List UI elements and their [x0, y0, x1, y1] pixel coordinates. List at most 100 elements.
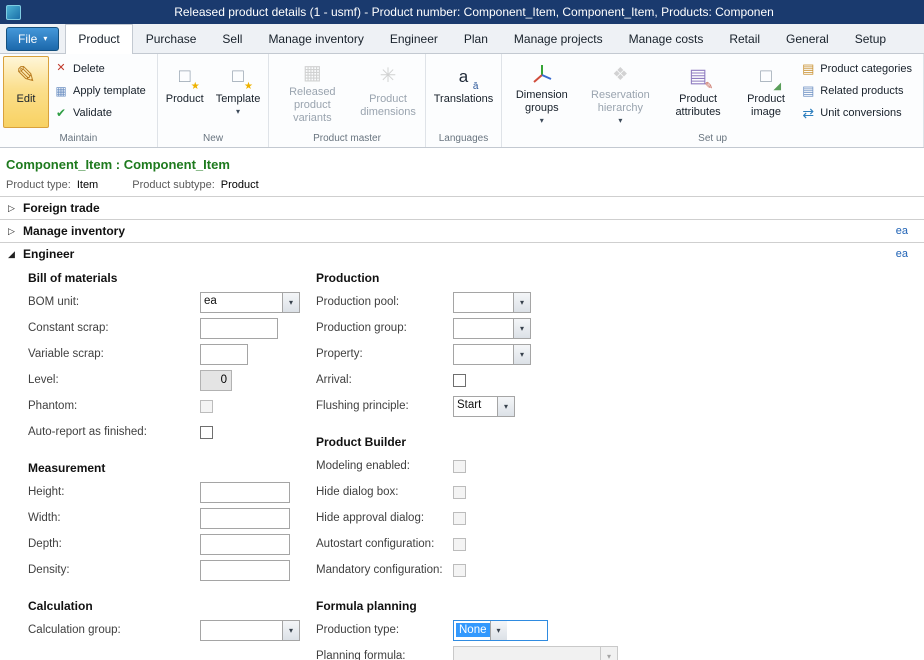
fasttab-foreign-trade[interactable]: ▷Foreign trade	[0, 196, 924, 219]
tab-general[interactable]: General	[773, 24, 842, 53]
variable-scrap-input[interactable]	[200, 344, 248, 365]
variants-icon: ▦	[301, 61, 323, 84]
level-label: Level:	[28, 374, 200, 386]
ribbon-button-product-image[interactable]: □◢Product image	[736, 56, 797, 128]
field-row-mandatory-configuration: Mandatory configuration:	[316, 557, 924, 583]
planning-formula-label: Planning formula:	[316, 650, 453, 660]
auto-report-as-finished-checkbox[interactable]	[200, 426, 213, 439]
flushing-principle-label: Flushing principle:	[316, 400, 453, 412]
modeling-enabled-label: Modeling enabled:	[316, 460, 453, 472]
planning-formula-value	[454, 647, 600, 660]
calculation-group-label: Calculation group:	[28, 624, 200, 636]
chevron-down-icon[interactable]: ▾	[282, 621, 299, 640]
density-input[interactable]	[200, 560, 290, 581]
chevron-down-icon[interactable]: ▾	[513, 319, 530, 338]
property-combobox[interactable]: ▾	[453, 344, 531, 365]
translations-label: Translations	[434, 93, 494, 106]
ribbon-group-new: □★Product□★Template▾New	[158, 54, 270, 147]
property-label: Property:	[316, 348, 453, 360]
apply-template-icon: ▦	[53, 83, 69, 99]
tab-sell[interactable]: Sell	[209, 24, 255, 53]
record-header: Component_Item : Component_Item Product …	[0, 148, 924, 196]
level-input	[200, 370, 232, 391]
tab-setup[interactable]: Setup	[842, 24, 899, 53]
validate-label: Validate	[73, 107, 112, 119]
field-row-depth: Depth:	[28, 531, 316, 557]
tab-purchase[interactable]: Purchase	[133, 24, 210, 53]
edit-label: Edit	[17, 93, 36, 106]
field-row-production-group: Production group: ▾	[316, 315, 924, 341]
density-label: Density:	[28, 564, 200, 576]
mandatory-configuration-checkbox	[453, 564, 466, 577]
arrival-checkbox[interactable]	[453, 374, 466, 387]
bom-unit-combobox[interactable]: ea▾	[200, 292, 300, 313]
ribbon-button-validate[interactable]: ✔Validate	[51, 102, 154, 123]
ribbon-button-product-categories[interactable]: ▤Product categories	[798, 58, 920, 79]
ribbon-button-delete[interactable]: ✕Delete	[51, 58, 154, 79]
fasttab-engineer[interactable]: ◢Engineerea	[0, 242, 924, 265]
file-menu-button[interactable]: File ▾	[6, 27, 59, 51]
mandatory-configuration-label: Mandatory configuration:	[316, 564, 453, 576]
calculation-group-combobox[interactable]: ▾	[200, 620, 300, 641]
product-attributes-icon: ▤✎	[687, 61, 709, 91]
production-group-combobox[interactable]: ▾	[453, 318, 531, 339]
ribbon-button-product-dimensions: ✳Product dimensions	[354, 56, 421, 128]
tab-retail[interactable]: Retail	[716, 24, 773, 53]
height-label: Height:	[28, 486, 200, 498]
section-heading-measurement: Measurement	[28, 457, 316, 479]
ribbon-button-template[interactable]: □★Template▾	[211, 56, 266, 128]
auto-report-as-finished-label: Auto-report as finished:	[28, 426, 200, 438]
production-pool-combobox[interactable]: ▾	[453, 292, 531, 313]
constant-scrap-input[interactable]	[200, 318, 278, 339]
fasttab-label: Manage inventory	[23, 224, 125, 238]
autostart-configuration-checkbox	[453, 538, 466, 551]
tab-product[interactable]: Product	[65, 24, 132, 54]
product-categories-label: Product categories	[820, 63, 912, 75]
field-row-autostart-configuration: Autostart configuration:	[316, 531, 924, 557]
ribbon-group-maintain: ✎Edit✕Delete▦Apply template✔ValidateMain…	[0, 54, 158, 147]
flushing-principle-combobox[interactable]: Start▾	[453, 396, 515, 417]
tab-plan[interactable]: Plan	[451, 24, 501, 53]
depth-label: Depth:	[28, 538, 200, 550]
production-group-label: Production group:	[316, 322, 453, 334]
height-input[interactable]	[200, 482, 290, 503]
field-row-width: Width:	[28, 505, 316, 531]
field-row-arrival: Arrival:	[316, 367, 924, 393]
production-type-combobox[interactable]: None▾	[453, 620, 548, 641]
chevron-down-icon[interactable]: ▾	[513, 293, 530, 312]
ribbon-button-related-products[interactable]: ▤Related products	[798, 80, 920, 101]
field-row-hide-approval-dialog: Hide approval dialog:	[316, 505, 924, 531]
tab-engineer[interactable]: Engineer	[377, 24, 451, 53]
ribbon-button-edit[interactable]: ✎Edit	[3, 56, 49, 128]
tab-manage-costs[interactable]: Manage costs	[616, 24, 717, 53]
tab-manage-projects[interactable]: Manage projects	[501, 24, 616, 53]
width-input[interactable]	[200, 508, 290, 529]
section-heading-production: Production	[316, 267, 924, 289]
ribbon-button-product-attributes[interactable]: ▤✎Product attributes	[662, 56, 733, 128]
chevron-down-icon[interactable]: ▾	[513, 345, 530, 364]
ribbon-button-apply-template[interactable]: ▦Apply template	[51, 80, 154, 101]
ribbon-button-unit-conversions[interactable]: ⇄Unit conversions	[798, 102, 920, 123]
ribbon-button-dimension-groups[interactable]: Dimension groups▾	[505, 56, 578, 128]
ribbon-button-translations[interactable]: aāTranslations	[429, 56, 499, 128]
template-label: Template	[216, 93, 261, 106]
hide-approval-dialog-label: Hide approval dialog:	[316, 512, 453, 524]
fasttab-manage-inventory[interactable]: ▷Manage inventoryea	[0, 219, 924, 242]
tab-manage-inventory[interactable]: Manage inventory	[255, 24, 376, 53]
ribbon-button-product[interactable]: □★Product	[161, 56, 209, 128]
variable-scrap-label: Variable scrap:	[28, 348, 200, 360]
template-new-icon: □★	[227, 61, 249, 91]
chevron-down-icon[interactable]: ▾	[282, 293, 299, 312]
chevron-down-icon[interactable]: ▾	[490, 621, 507, 640]
fasttab-summary: ea	[896, 225, 908, 237]
chevron-down-icon[interactable]: ▾	[497, 397, 514, 416]
depth-input[interactable]	[200, 534, 290, 555]
production-group-value	[454, 319, 513, 338]
production-type-label: Production type:	[316, 624, 453, 636]
ribbon-group-set-up: Dimension groups▾❖Reservation hierarchy▾…	[502, 54, 924, 147]
record-subheader: Product type: Item Product subtype: Prod…	[6, 179, 916, 191]
field-row-production-type: Production type:None▾	[316, 617, 924, 643]
field-row-planning-formula: Planning formula:▾	[316, 643, 924, 660]
fasttab-container: ▷Foreign trade▷Manage inventoryea◢Engine…	[0, 196, 924, 660]
section-heading-formula-planning: Formula planning	[316, 595, 924, 617]
